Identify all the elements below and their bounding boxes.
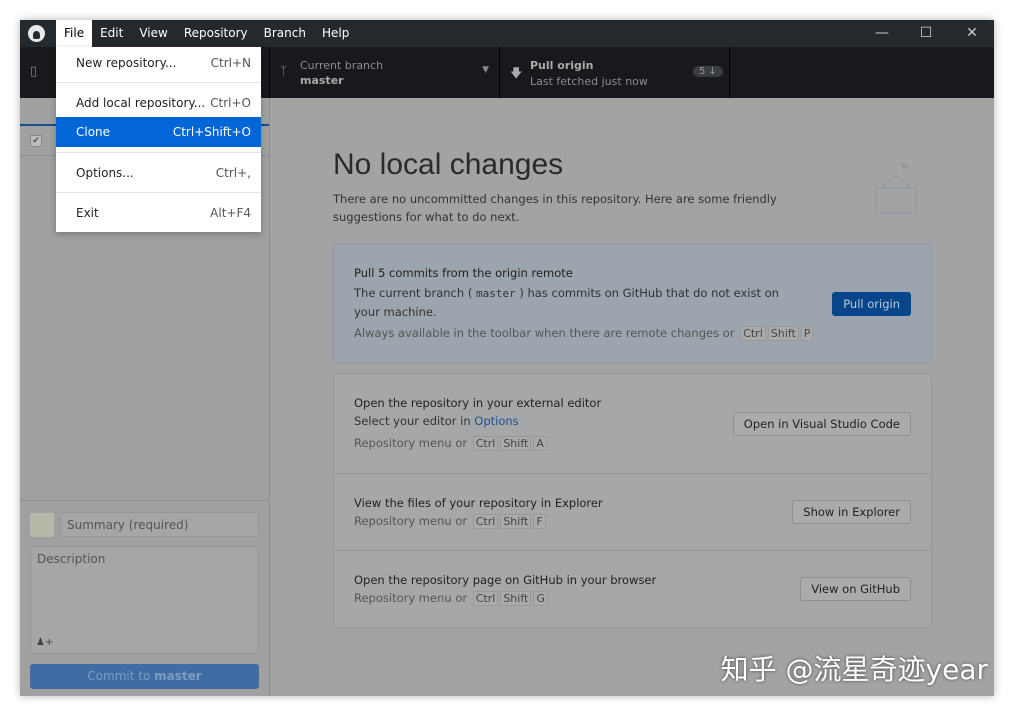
editor-hint: Repository menu or Ctrl Shift A [354, 436, 547, 451]
description-placeholder: Description [37, 552, 106, 566]
github-logo-icon [28, 25, 45, 42]
pull-title: Pull origin [530, 59, 594, 72]
branch-label: Current branch [300, 59, 384, 72]
arrow-down-icon: 🡇 [510, 66, 523, 80]
description-input[interactable]: Description ♟+ [30, 546, 259, 654]
empty-state-illustration-icon [875, 163, 917, 214]
editor-desc: Select your editor in Options [354, 414, 519, 428]
explorer-hint: Repository menu or Ctrl Shift F [354, 514, 546, 529]
commit-panel: Summary (required) Description ♟+ Commit… [20, 500, 270, 696]
menu-edit[interactable]: Edit [92, 20, 131, 47]
show-in-explorer-button[interactable]: Show in Explorer [792, 500, 911, 524]
select-all-checkbox[interactable]: ✔ [30, 135, 42, 147]
avatar [30, 513, 54, 537]
title-bar: File Edit View Repository Branch Help — … [20, 20, 994, 47]
pull-card-desc: The current branch ( master ) has commit… [354, 286, 779, 319]
branch-selector[interactable]: ᛉ Current branch master ▼ [270, 47, 500, 98]
suggestions-card: Open the repository in your external edi… [333, 373, 932, 628]
menu-view[interactable]: View [131, 20, 175, 47]
pull-subtitle: Last fetched just now [530, 75, 648, 88]
menu-separator [56, 192, 261, 193]
options-link[interactable]: Options [474, 414, 518, 428]
menu-help[interactable]: Help [314, 20, 357, 47]
summary-input[interactable]: Summary (required) [60, 512, 259, 537]
menu-item-add-local-repository[interactable]: Add local repository... Ctrl+O [56, 88, 261, 118]
menu-file[interactable]: File [56, 20, 93, 47]
branch-name: master [300, 74, 344, 87]
close-icon[interactable]: ✕ [950, 20, 994, 47]
intro-text: There are no uncommitted changes in this… [333, 192, 777, 224]
add-coauthor-icon[interactable]: ♟+ [36, 637, 53, 648]
pull-count-badge: 5 ↓ [693, 66, 723, 77]
repo-icon: ▯ [30, 64, 38, 79]
menu-repository[interactable]: Repository [176, 20, 256, 47]
github-suggestion: Open the repository page on GitHub in yo… [334, 550, 931, 628]
open-in-editor-button[interactable]: Open in Visual Studio Code [732, 412, 911, 436]
main-content: No local changes There are no uncommitte… [271, 98, 994, 696]
minimize-icon[interactable]: — [860, 20, 904, 47]
pull-origin-button[interactable]: 🡇 Pull origin Last fetched just now 5 ↓ [500, 47, 730, 98]
explorer-suggestion: View the files of your repository in Exp… [334, 473, 931, 550]
view-on-github-button[interactable]: View on GitHub [800, 577, 911, 601]
github-title: Open the repository page on GitHub in yo… [354, 573, 657, 587]
menu-separator [56, 152, 261, 153]
chevron-down-icon: ▼ [482, 65, 489, 75]
editor-suggestion: Open the repository in your external edi… [334, 374, 931, 473]
menu-separator [56, 82, 261, 83]
menu-item-options[interactable]: Options... Ctrl+, [56, 158, 261, 188]
menu-item-new-repository[interactable]: New repository... Ctrl+N [56, 48, 261, 78]
github-hint: Repository menu or Ctrl Shift G [354, 591, 548, 606]
maximize-icon[interactable]: ☐ [904, 20, 948, 47]
editor-title: Open the repository in your external edi… [354, 396, 602, 410]
menu-branch[interactable]: Branch [256, 20, 314, 47]
watermark: 知乎 @流星奇迹year [720, 653, 988, 686]
commit-button[interactable]: Commit to master [30, 664, 259, 689]
menu-item-exit[interactable]: Exit Alt+F4 [56, 198, 261, 228]
file-menu-dropdown: New repository... Ctrl+N Add local reposi… [56, 47, 261, 232]
menu-bar: File Edit View Repository Branch Help [56, 20, 357, 47]
pull-card-title: Pull 5 commits from the origin remote [354, 266, 573, 280]
menu-item-clone-repository[interactable]: Clone repository... Ctrl+Shift+O [56, 117, 261, 169]
explorer-title: View the files of your repository in Exp… [354, 496, 603, 510]
pull-origin-card-button[interactable]: Pull origin [832, 292, 911, 316]
pull-card-hint: Always available in the toolbar when the… [354, 326, 814, 341]
pull-suggestion-card: Pull 5 commits from the origin remote Th… [333, 243, 932, 363]
page-title: No local changes [333, 148, 564, 181]
branch-icon: ᛉ [280, 64, 288, 78]
